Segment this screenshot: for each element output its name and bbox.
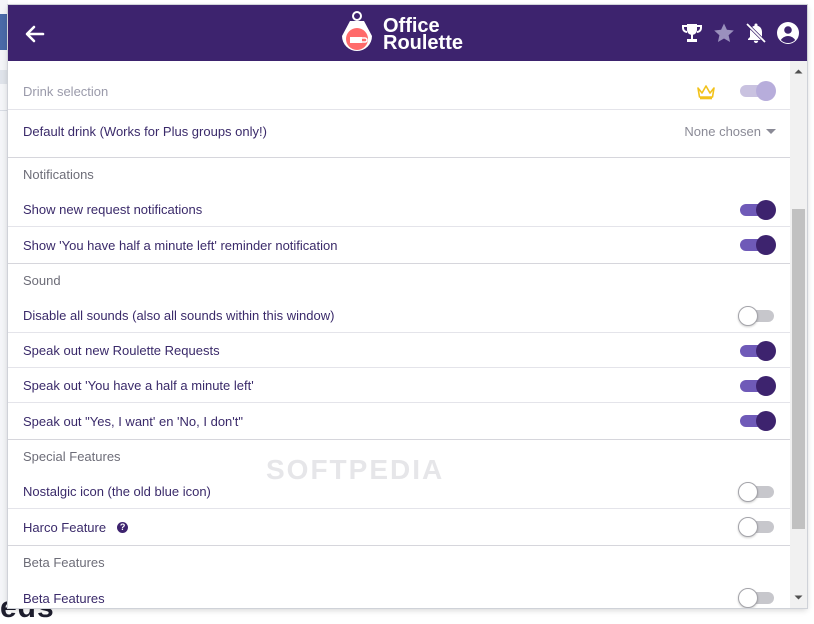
default-drink-label: Default drink (Works for Plus groups onl… — [23, 123, 267, 139]
harco-feature-label: Harco Feature — [23, 519, 107, 535]
speak-half-minute-label: Speak out 'You have a half a minute left… — [23, 378, 254, 393]
speak-new-requests-toggle[interactable] — [738, 340, 776, 361]
drink-selection-label: Drink selection — [23, 83, 109, 99]
background-page-strip — [0, 0, 8, 614]
sound-header: Sound — [23, 273, 61, 288]
notifications-header: Notifications — [23, 167, 94, 182]
scroll-down-arrow-icon[interactable] — [794, 593, 803, 602]
scroll-up-arrow-icon[interactable] — [794, 67, 803, 76]
beta-features-header: Beta Features — [23, 555, 105, 570]
speak-yes-no-toggle[interactable] — [738, 411, 776, 431]
setting-speak-half-minute: Speak out 'You have a half a minute left… — [8, 369, 790, 403]
logo-cup-icon — [342, 11, 372, 51]
beta-features-toggle[interactable] — [738, 588, 776, 608]
speak-half-minute-toggle[interactable] — [738, 375, 776, 396]
section-beta-features: Beta Features — [8, 545, 790, 579]
setting-show-half-minute: Show 'You have half a minute left' remin… — [8, 228, 790, 262]
nostalgic-icon-toggle[interactable] — [738, 481, 776, 502]
special-features-header: Special Features — [23, 449, 121, 464]
harco-feature-toggle[interactable] — [738, 517, 776, 537]
show-half-minute-label: Show 'You have half a minute left' remin… — [23, 237, 338, 253]
trophy-icon — [682, 24, 702, 42]
chevron-down-icon — [766, 128, 776, 134]
setting-beta-features: Beta Features — [8, 581, 790, 608]
settings-popup: Office Roulette Drink selection Default … — [8, 5, 807, 608]
setting-disable-sounds: Disable all sounds (also all sounds with… — [8, 299, 790, 333]
setting-speak-yes-no: Speak out "Yes, I want' en 'No, I don't" — [8, 404, 790, 438]
show-new-request-label: Show new request notifications — [23, 202, 203, 217]
show-new-request-toggle[interactable] — [738, 199, 776, 220]
speak-yes-no-label: Speak out "Yes, I want' en 'No, I don't" — [23, 413, 243, 429]
header-bar: Office Roulette — [8, 5, 807, 61]
star-icon — [714, 23, 734, 42]
scrollbar-thumb[interactable] — [792, 209, 805, 529]
drink-selection-toggle[interactable] — [738, 81, 776, 101]
section-sound: Sound — [8, 263, 790, 297]
notifications-off-button[interactable] — [744, 21, 768, 45]
logo-text-line2: Roulette — [383, 32, 463, 54]
setting-nostalgic-icon: Nostalgic icon (the old blue icon) — [8, 475, 790, 509]
star-button[interactable] — [712, 21, 736, 45]
beta-features-label: Beta Features — [23, 590, 105, 606]
trophy-button[interactable] — [680, 21, 704, 45]
setting-harco-feature: Harco Feature ? — [8, 510, 790, 544]
disable-sounds-label: Disable all sounds (also all sounds with… — [23, 308, 335, 323]
default-drink-value: None chosen — [684, 123, 761, 139]
show-half-minute-toggle[interactable] — [738, 235, 776, 255]
section-notifications: Notifications — [8, 157, 790, 191]
setting-default-drink: Default drink (Works for Plus groups onl… — [8, 111, 790, 151]
account-button[interactable] — [776, 21, 800, 45]
setting-speak-new-requests: Speak out new Roulette Requests — [8, 334, 790, 368]
nostalgic-icon-label: Nostalgic icon (the old blue icon) — [23, 484, 211, 499]
bell-off-icon — [745, 22, 767, 44]
back-button[interactable] — [22, 21, 48, 47]
setting-drink-selection: Drink selection — [8, 73, 790, 110]
section-special-features: Special Features — [8, 439, 790, 473]
account-circle-icon — [777, 22, 799, 44]
crown-icon — [697, 85, 715, 100]
back-arrow-icon — [25, 25, 45, 43]
disable-sounds-toggle[interactable] — [738, 305, 776, 326]
default-drink-select[interactable]: None chosen — [684, 124, 776, 139]
scrollbar[interactable] — [790, 61, 807, 608]
help-icon[interactable]: ? — [117, 521, 129, 533]
settings-list: Drink selection Default drink (Works for… — [8, 61, 790, 608]
speak-new-requests-label: Speak out new Roulette Requests — [23, 343, 220, 358]
setting-show-new-request: Show new request notifications — [8, 193, 790, 227]
